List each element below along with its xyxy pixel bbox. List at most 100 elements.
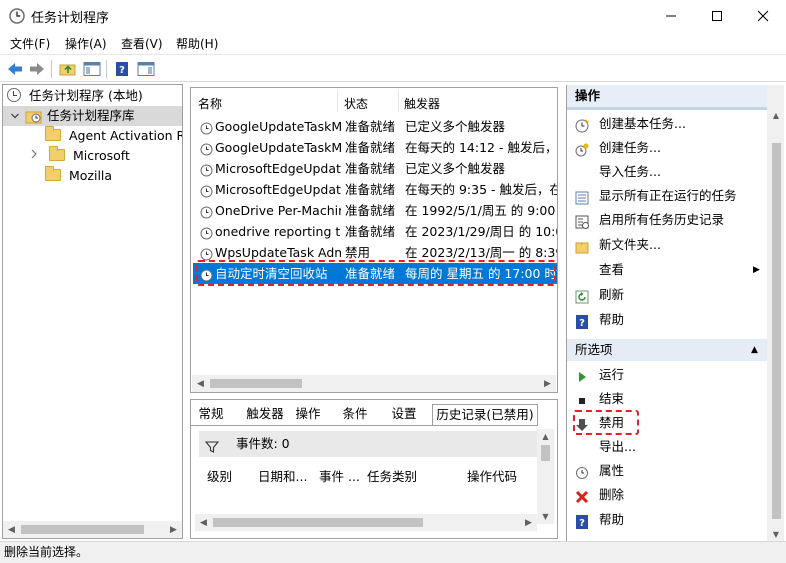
show-hide-action-pane-button[interactable] [136,59,156,79]
task-row[interactable]: GoogleUpdateTaskMachineCore 准备就绪已定义多个触发器 [193,116,557,137]
scroll-left-icon[interactable]: ◀ [195,514,212,531]
maximize-button[interactable] [694,0,740,31]
forward-arrow-icon [30,63,44,75]
task-scheduler-app-icon [9,8,25,24]
action-help-selected[interactable]: ? 帮助 [567,508,767,532]
tab-actions[interactable]: 操作 [292,404,324,426]
task-list-horizontal-scrollbar[interactable]: ◀ ▶ [192,375,556,392]
end-icon [575,392,589,406]
action-label: 删除 [599,487,625,502]
minimize-button[interactable] [648,0,694,31]
action-new-folder[interactable]: 新文件夹... [567,233,767,257]
scroll-right-icon[interactable]: ▶ [165,521,182,538]
action-create-basic-task[interactable]: 创建基本任务... [567,112,767,136]
history-horizontal-scrollbar[interactable]: ◀ ▶ [195,514,537,531]
action-refresh[interactable]: 刷新 [567,283,767,307]
scroll-down-icon[interactable]: ▼ [767,530,784,539]
task-status: 准备就绪 [345,182,396,197]
column-header-trigger[interactable]: 触发器 [404,95,440,112]
tree-expanded-icon[interactable] [10,106,20,134]
tab-general[interactable]: 常规 [195,404,227,426]
maximize-icon [712,10,722,21]
action-properties[interactable]: 属性 [567,459,767,483]
scroll-left-icon[interactable]: ◀ [192,375,209,392]
task-row[interactable]: onedrive reporting task 准备就绪在 2023/1/29/周… [193,221,557,242]
collapse-icon[interactable]: ▲ [751,339,758,361]
tree-collapsed-icon[interactable] [29,146,41,166]
history-vertical-scrollbar[interactable]: ▲ ▼ [537,429,554,524]
running-tasks-icon [575,189,589,205]
scroll-thumb[interactable] [541,445,550,461]
column-divider[interactable] [398,90,399,112]
history-column-event[interactable]: 事件 ... [319,466,360,485]
action-delete[interactable]: 删除 [567,483,767,507]
tree-item-label: Agent Activation Runtime [68,128,182,143]
history-column-date[interactable]: 日期和... [258,466,307,485]
action-display-running-tasks[interactable]: 显示所有正在运行的任务 [567,184,767,208]
window-title: 任务计划程序 [31,11,110,26]
up-folder-icon [59,64,76,76]
scroll-thumb[interactable] [772,143,781,519]
scroll-right-icon[interactable]: ▶ [520,514,537,531]
column-header-status[interactable]: 状态 [344,95,368,112]
task-row[interactable]: GoogleUpdateTaskMachineUA 准备就绪在每天的 14:12 … [193,137,557,158]
scroll-left-icon[interactable]: ◀ [3,521,20,538]
tree-root[interactable]: 任务计划程序 (本地) [7,86,143,106]
actions-vertical-scrollbar[interactable]: ▲ ▼ [767,85,784,541]
action-view[interactable]: 查看 ▶ [567,258,767,282]
tab-history[interactable]: 历史记录(已禁用) [432,404,538,426]
scroll-down-icon[interactable]: ▼ [537,509,554,524]
back-arrow-icon [8,63,22,75]
help-button[interactable]: ? [112,59,132,79]
tab-conditions[interactable]: 条件 [339,404,371,426]
tree-item-agent-activation[interactable]: Agent Activation Runtime [45,126,182,146]
scroll-thumb[interactable] [213,518,423,527]
scroll-right-icon[interactable]: ▶ [539,375,556,392]
filter-icon[interactable] [204,437,220,463]
selected-item-header[interactable]: 所选项 ▲ [567,339,767,361]
menu-file[interactable]: 文件(F) [10,35,50,52]
scroll-thumb[interactable] [21,525,144,534]
history-column-opcode[interactable]: 操作代码 [467,466,517,485]
tab-triggers[interactable]: 触发器 [243,404,287,426]
library-folder-icon [25,109,43,130]
column-header-name[interactable]: 名称 [198,95,222,112]
task-trigger: 在 2023/1/29/周日 的 10:04 [405,224,557,239]
column-divider[interactable] [337,90,338,112]
action-run[interactable]: 运行 [567,363,767,387]
action-import-task[interactable]: 导入任务... [567,160,767,184]
task-name: MicrosoftEdgeUpdateTaskMachineUA [215,182,341,197]
menu-action[interactable]: 操作(A) [65,35,107,52]
actions-pane: 操作 ▲ ▼ 创建基本任务... 创建任务... 导入任务... 显示所有正在运… [566,85,784,541]
history-column-level[interactable]: 级别 [207,466,232,485]
task-name: GoogleUpdateTaskMachineUA [215,140,341,155]
svg-text:?: ? [579,518,585,529]
tree-horizontal-scrollbar[interactable]: ◀ ▶ [3,521,182,538]
close-button[interactable] [740,0,786,31]
scroll-up-icon[interactable]: ▲ [767,111,784,120]
task-row[interactable]: OneDrive Per-Machine Standalone Update T… [193,200,557,221]
history-column-category[interactable]: 任务类别 [367,466,417,485]
action-help[interactable]: ? 帮助 [567,308,767,332]
action-create-task[interactable]: 创建任务... [567,136,767,160]
show-hide-tree-button[interactable] [82,59,102,79]
action-end[interactable]: 结束 [567,387,767,411]
back-button[interactable] [5,59,25,79]
folder-icon [45,126,61,141]
tree-item-library[interactable]: 任务计划程序库 [3,106,182,126]
console-tree: 任务计划程序 (本地) 任务计划程序库 Agent Activation Run… [2,84,183,539]
tree-item-mozilla[interactable]: Mozilla [45,166,112,186]
action-export[interactable]: 导出... [567,435,767,459]
scroll-up-icon[interactable]: ▲ [537,429,554,444]
scroll-thumb[interactable] [210,379,302,388]
task-row[interactable]: MicrosoftEdgeUpdateTaskMachineUA 准备就绪在每天的… [193,179,557,200]
tree-item-microsoft[interactable]: Microsoft [29,146,130,166]
forward-button[interactable] [27,59,47,79]
task-row[interactable]: MicrosoftEdgeUpdateTaskMachineCore 准备就绪已定… [193,158,557,179]
help-icon: ? [575,513,589,529]
up-folder-button[interactable] [58,59,78,79]
menu-help[interactable]: 帮助(H) [176,35,218,52]
menu-view[interactable]: 查看(V) [121,35,163,52]
tab-settings[interactable]: 设置 [388,404,420,426]
action-enable-history[interactable]: 启用所有任务历史记录 [567,208,767,232]
